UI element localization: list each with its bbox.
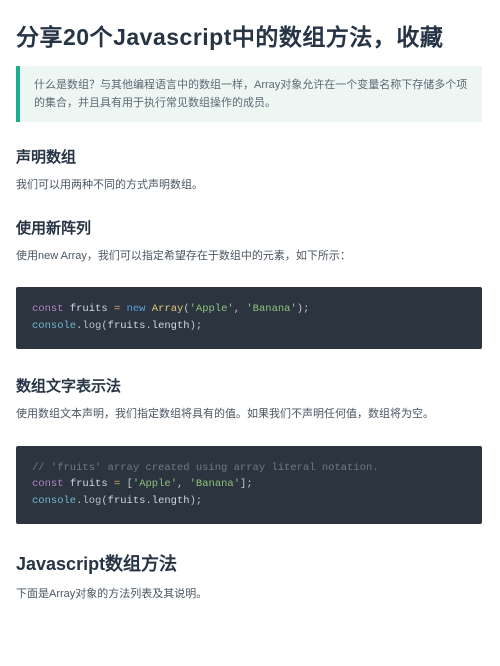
code-token: fruits <box>70 303 108 315</box>
section-heading-declare: 声明数组 <box>16 146 482 167</box>
code-token: Array <box>152 303 184 315</box>
code-token: fruits <box>108 495 146 507</box>
code-token: 'Banana' <box>190 478 240 490</box>
code-token: const <box>32 478 64 490</box>
page-title: 分享20个Javascript中的数组方法，收藏 <box>16 18 482 52</box>
code-token: 'Apple' <box>133 478 177 490</box>
code-token: ; <box>303 303 309 315</box>
section-text-declare: 我们可以用两种不同的方式声明数组。 <box>16 177 482 195</box>
code-token: ; <box>196 320 202 332</box>
section-heading-new-array: 使用新阵列 <box>16 217 482 238</box>
code-token: length <box>152 495 190 507</box>
code-token: fruits <box>70 478 108 490</box>
section-text-new-array: 使用new Array，我们可以指定希望存在于数组中的元素，如下所示： <box>16 248 482 266</box>
code-token: = <box>114 478 120 490</box>
code-token: log <box>82 495 101 507</box>
code-token: console <box>32 495 76 507</box>
code-token: ; <box>246 478 252 490</box>
code-token: = <box>114 303 120 315</box>
code-token: console <box>32 320 76 332</box>
code-token: , <box>234 303 240 315</box>
code-token: new <box>127 303 146 315</box>
code-token: fruits <box>108 320 146 332</box>
code-block-new-array: const fruits = new Array('Apple', 'Banan… <box>16 287 482 349</box>
section-text-methods: 下面是Array对象的方法列表及其说明。 <box>16 586 482 604</box>
intro-callout: 什么是数组？与其他编程语言中的数组一样，Array对象允许在一个变量名称下存储多… <box>16 66 482 122</box>
section-heading-literal: 数组文字表示法 <box>16 375 482 396</box>
section-text-literal: 使用数组文本声明，我们指定数组将具有的值。如果我们不声明任何值，数组将为空。 <box>16 406 482 424</box>
code-token: length <box>152 320 190 332</box>
code-token: 'Banana' <box>246 303 296 315</box>
code-token: log <box>82 320 101 332</box>
section-heading-methods: Javascript数组方法 <box>16 550 482 576</box>
code-block-literal: // 'fruits' array created using array li… <box>16 446 482 524</box>
code-token: // 'fruits' array created using array li… <box>32 462 379 474</box>
code-token: const <box>32 303 64 315</box>
code-token: ; <box>196 495 202 507</box>
code-token: , <box>177 478 183 490</box>
code-token: 'Apple' <box>190 303 234 315</box>
